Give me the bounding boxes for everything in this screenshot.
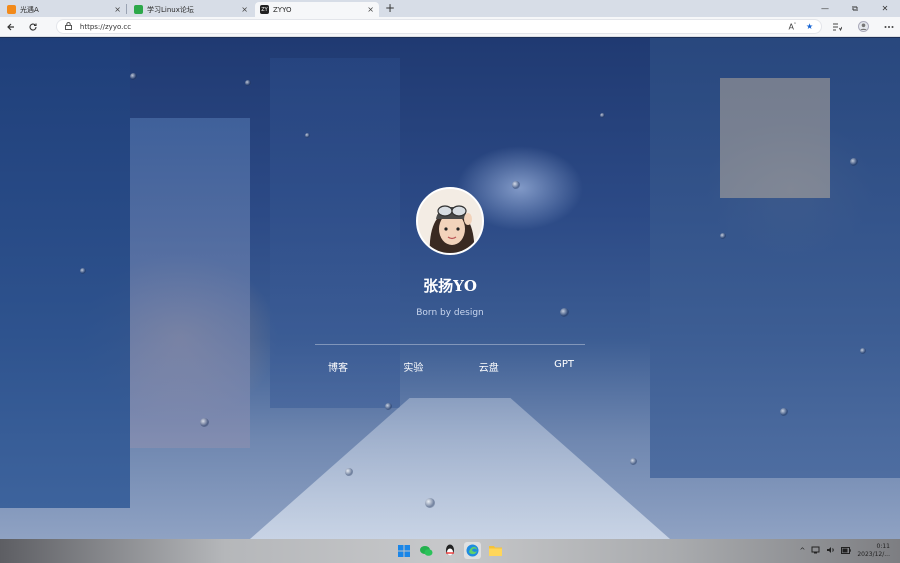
tab-2[interactable]: 学习Linux论坛 × xyxy=(129,2,253,17)
wechat-icon[interactable] xyxy=(418,542,435,559)
nav-link-gpt[interactable]: GPT xyxy=(546,359,582,374)
restore-button[interactable]: ⧉ xyxy=(840,0,870,17)
file-explorer-icon[interactable] xyxy=(487,542,504,559)
tab-title: 光遇A xyxy=(20,5,39,14)
window-controls: — ⧉ ✕ xyxy=(810,0,900,17)
system-tray: ^ 0:11 2023/12/... xyxy=(799,543,890,559)
profile-icon xyxy=(857,21,869,32)
minimize-button[interactable]: — xyxy=(810,0,840,17)
close-window-button[interactable]: ✕ xyxy=(870,0,900,17)
address-bar[interactable]: https://zyyo.cc Aⁿ ★ xyxy=(55,19,823,34)
nav-link-cloud-drive[interactable]: 云盘 xyxy=(471,359,507,374)
qq-icon[interactable] xyxy=(441,542,458,559)
favorites-list-button[interactable] xyxy=(826,18,848,36)
favorites-list-icon xyxy=(833,23,843,31)
browser-toolbar: https://zyyo.cc Aⁿ ★ xyxy=(0,17,900,37)
taskbar: ^ 0:11 2023/12/... xyxy=(0,539,900,563)
avatar-portrait-icon xyxy=(418,189,482,253)
tab-3-favicon-icon: ZY xyxy=(260,5,269,14)
address-bar-tools: Aⁿ ★ xyxy=(789,22,814,32)
tab-title: ZYYO xyxy=(273,5,292,14)
reload-button[interactable] xyxy=(22,18,44,36)
tab-close-icon[interactable]: × xyxy=(241,5,248,14)
nav-link-blog[interactable]: 博客 xyxy=(320,359,356,374)
tab-title: 学习Linux论坛 xyxy=(147,5,194,14)
nav-link-experiments[interactable]: 实验 xyxy=(395,359,431,374)
volume-icon[interactable] xyxy=(826,546,835,556)
read-aloud-icon[interactable]: Aⁿ xyxy=(789,22,796,32)
system-clock[interactable]: 0:11 2023/12/... xyxy=(857,543,890,559)
more-dots-icon xyxy=(884,25,894,28)
back-arrow-icon xyxy=(7,23,14,30)
page-background: 张扬YO Born by design 博客 实验 云盘 GPT xyxy=(0,38,900,539)
profile-tagline: Born by design xyxy=(416,308,484,318)
tray-overflow-chevron-icon[interactable]: ^ xyxy=(799,547,805,555)
tab-close-icon[interactable]: × xyxy=(367,5,374,14)
windows-start-icon[interactable] xyxy=(395,542,412,559)
tab-separator xyxy=(126,4,127,14)
more-menu-button[interactable] xyxy=(878,18,900,36)
battery-icon[interactable] xyxy=(841,546,852,556)
nav-divider xyxy=(315,344,585,345)
tab-strip: 光遇A × 学习Linux论坛 × ZY ZYYO × + — ⧉ ✕ xyxy=(0,0,900,17)
new-tab-button[interactable]: + xyxy=(379,2,401,17)
back-button[interactable] xyxy=(0,18,22,36)
clock-date: 2023/12/... xyxy=(857,551,890,558)
edge-icon[interactable] xyxy=(464,542,481,559)
profile-button[interactable] xyxy=(852,18,874,36)
clock-time: 0:11 xyxy=(876,543,890,550)
tab-2-favicon-icon xyxy=(134,5,143,14)
network-icon[interactable] xyxy=(811,546,820,556)
tab-1-favicon-icon xyxy=(7,5,16,14)
reload-icon xyxy=(29,23,37,31)
taskbar-apps xyxy=(395,542,504,559)
tab-1[interactable]: 光遇A × xyxy=(2,2,126,17)
site-nav: 博客 实验 云盘 GPT xyxy=(320,359,582,374)
tab-3-active[interactable]: ZY ZYYO × xyxy=(255,2,379,17)
favorite-star-icon[interactable]: ★ xyxy=(806,22,813,32)
profile-section: 张扬YO Born by design 博客 实验 云盘 GPT xyxy=(0,38,900,539)
url-text[interactable]: https://zyyo.cc xyxy=(80,23,789,31)
avatar xyxy=(416,187,484,255)
tab-close-icon[interactable]: × xyxy=(114,5,121,14)
lock-icon xyxy=(64,21,72,32)
profile-name: 张扬YO xyxy=(423,277,477,295)
